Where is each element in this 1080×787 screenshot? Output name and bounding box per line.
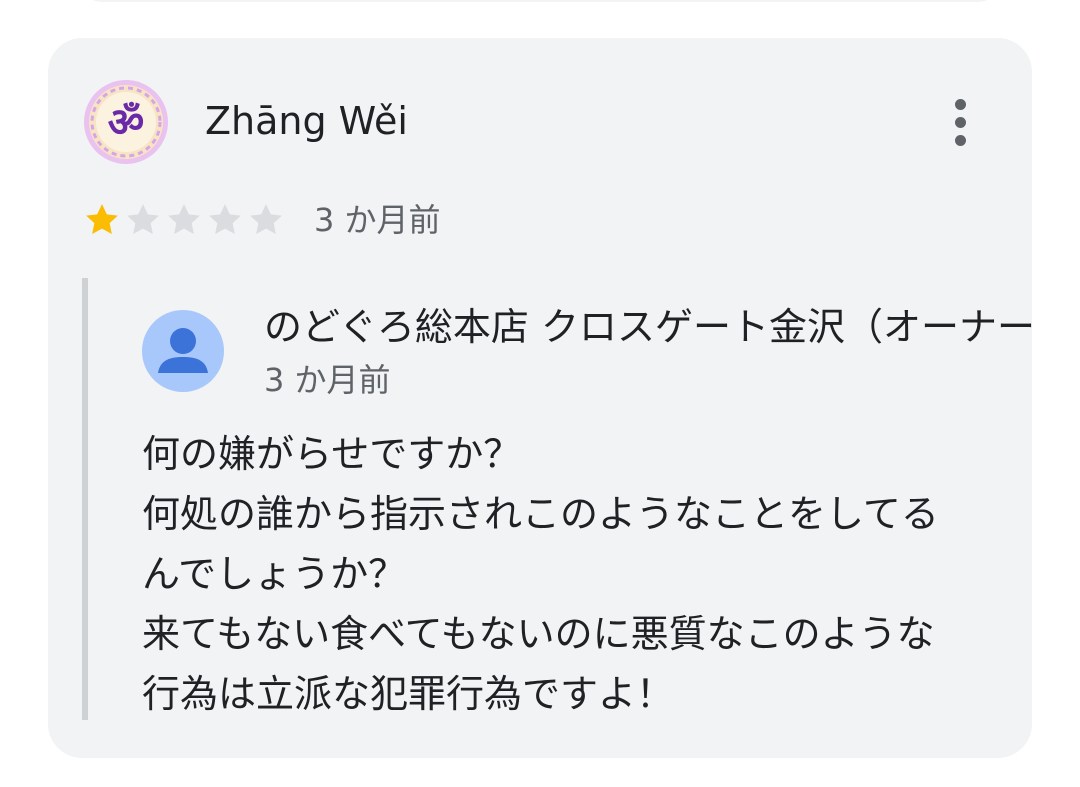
more-vert-icon-dot	[954, 116, 966, 128]
owner-reply: のどぐろ総本店 クロスゲート金沢（オーナー） 3 か月前 何の嫌がらせですか？ …	[82, 278, 1032, 720]
more-options-button[interactable]	[938, 92, 982, 152]
star-filled-icon	[86, 204, 118, 234]
previous-review-card-edge	[80, 0, 1000, 2]
reply-line: 何処の誰から指示されこのようなことをしてる	[142, 492, 939, 536]
reviewer-avatar[interactable]: ॐ	[84, 80, 168, 164]
svg-text:ॐ: ॐ	[108, 100, 144, 146]
star-empty-icon	[209, 204, 241, 234]
star-empty-icon	[168, 204, 200, 234]
reviewer-name[interactable]: Zhāng Wěi	[205, 96, 408, 146]
reply-time: 3 か月前	[264, 361, 391, 399]
reply-line: んでしょうか？	[142, 552, 407, 596]
reply-text: 何の嫌がらせですか？ 何処の誰から指示されこのようなことをしてる んでしょうか？…	[142, 424, 1022, 724]
review-time: 3 か月前	[314, 201, 441, 239]
star-empty-icon	[127, 204, 159, 234]
review-rating: 3 か月前	[82, 200, 441, 240]
reply-line: 何の嫌がらせですか？	[142, 432, 522, 476]
owner-avatar	[142, 310, 224, 392]
reply-line: 行為は立派な犯罪行為ですよ！	[142, 672, 675, 716]
reply-line: 来てもない食べてもないのに悪質なこのような	[142, 612, 935, 656]
star-empty-icon	[250, 204, 282, 234]
star-rating	[82, 200, 286, 240]
more-vert-icon-dot	[954, 98, 966, 110]
more-vert-icon-dot	[954, 134, 966, 146]
review-card: ॐ Zhāng Wěi 3 か月前 のどぐろ総本店 クロスゲート金沢（オーナー）…	[48, 38, 1032, 758]
owner-name: のどぐろ総本店 クロスゲート金沢（オーナー）	[264, 305, 1032, 349]
